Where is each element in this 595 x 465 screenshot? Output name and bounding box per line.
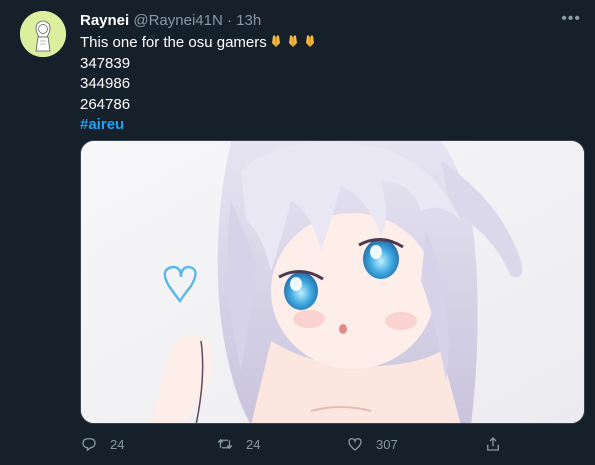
- folded-hands-icon: [288, 35, 297, 47]
- separator-dot: ·: [226, 12, 232, 29]
- user-handle[interactable]: @Raynei41N: [133, 12, 222, 29]
- more-options-icon[interactable]: •••: [561, 11, 581, 27]
- reply-icon: [82, 438, 96, 452]
- retweet-count: 24: [246, 436, 261, 452]
- beatmap-id-2: 344986: [80, 75, 131, 92]
- anime-girl-illustration: [81, 141, 584, 423]
- display-name[interactable]: Raynei: [80, 12, 129, 29]
- tweet-text-line: This one for the osu gamers: [80, 33, 318, 54]
- beatmap-id-3: 264786: [80, 95, 131, 113]
- tweet-image[interactable]: [80, 140, 585, 424]
- share-icon: [487, 437, 499, 451]
- retweet-button[interactable]: 24: [216, 435, 260, 453]
- reply-count: 24: [110, 436, 125, 452]
- avatar-drawing-icon: [20, 11, 66, 57]
- like-button[interactable]: 307: [346, 435, 398, 453]
- folded-hands-icon: [305, 35, 314, 47]
- retweet-icon: [217, 438, 233, 450]
- tweet-text: This one for the osu gamers 347839 34498…: [80, 33, 318, 136]
- avatar[interactable]: [20, 11, 66, 57]
- hashtag-link[interactable]: #aireu: [80, 115, 318, 136]
- timestamp[interactable]: 13h: [236, 12, 261, 29]
- share-button[interactable]: [484, 435, 514, 453]
- beatmap-id-1: 347839: [80, 54, 131, 72]
- tweet-text-main: This one for the osu gamers: [80, 34, 267, 51]
- folded-hands-icon: [271, 35, 280, 47]
- reply-button[interactable]: 24: [80, 435, 124, 453]
- tweet-actions: 24 24 307: [80, 435, 510, 457]
- like-count: 307: [376, 436, 398, 452]
- tweet[interactable]: Raynei @Raynei41N · 13h ••• This one for…: [0, 0, 595, 465]
- tweet-header: Raynei @Raynei41N · 13h: [80, 12, 261, 30]
- heart-icon: [348, 438, 362, 451]
